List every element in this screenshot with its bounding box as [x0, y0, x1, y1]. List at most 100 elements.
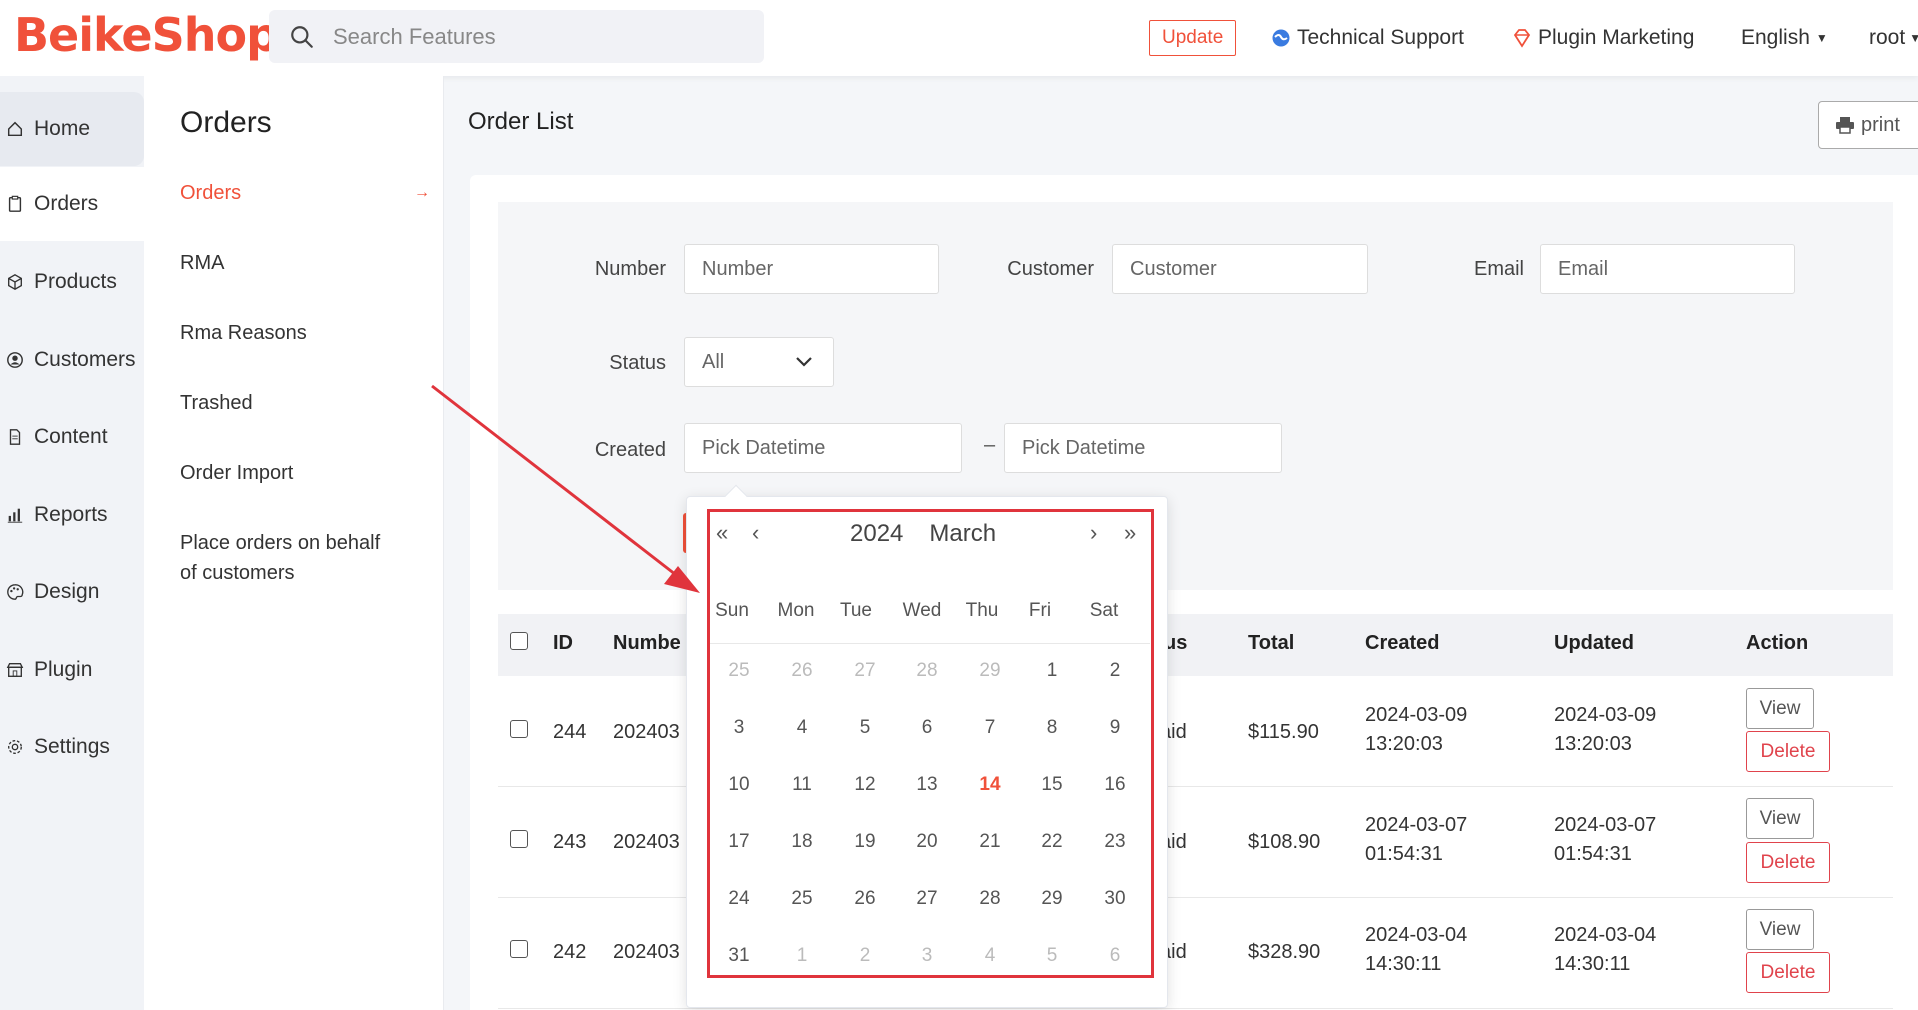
- col-total: Total: [1248, 632, 1295, 654]
- row-updated: 2024-03-04 14:30:11: [1554, 921, 1656, 979]
- technical-support-link[interactable]: Technical Support: [1271, 0, 1464, 76]
- store-icon: [4, 659, 26, 681]
- updated-time: 14:30:11: [1554, 953, 1631, 975]
- date-from-placeholder: Pick Datetime: [702, 436, 826, 459]
- sidebar-item-orders[interactable]: Orders: [0, 167, 144, 241]
- row-number: 202403: [613, 831, 680, 853]
- box-icon: [4, 271, 26, 293]
- arrow-right-icon: →: [414, 184, 430, 201]
- sidebar-item-label: Plugin: [34, 658, 93, 681]
- search-box[interactable]: Search Features: [269, 10, 764, 63]
- date-to-placeholder: Pick Datetime: [1022, 436, 1146, 459]
- language-dropdown[interactable]: English ▼: [1741, 0, 1828, 76]
- col-action: Action: [1746, 632, 1809, 654]
- caret-down-icon: ▼: [1909, 31, 1918, 45]
- updated-date: 2024-03-09: [1554, 704, 1657, 726]
- sidebar-item-reports[interactable]: Reports: [0, 478, 144, 552]
- sidebar-item-label: Orders: [34, 192, 99, 215]
- row-id: 243: [553, 831, 587, 853]
- home-icon: [4, 118, 26, 140]
- sidebar-item-label: Content: [34, 425, 108, 448]
- subnav-item-rma-reasons[interactable]: Rma Reasons: [180, 318, 307, 348]
- row-id: 242: [553, 941, 587, 963]
- page: BeikeShop Search Features Update Technic…: [0, 0, 1918, 1010]
- sidebar-item-label: Home: [34, 117, 91, 140]
- chevron-down-icon: [796, 357, 812, 367]
- delete-button[interactable]: Delete: [1746, 952, 1830, 993]
- subnav-item-orders[interactable]: Orders: [180, 178, 241, 208]
- date-to-input[interactable]: Pick Datetime: [1004, 423, 1282, 473]
- update-button-wrap: Update: [1149, 0, 1237, 76]
- sidebar-item-design[interactable]: Design: [0, 555, 144, 629]
- subnav-item-rma[interactable]: RMA: [180, 248, 224, 278]
- row-checkbox[interactable]: [510, 720, 528, 738]
- col-number: Numbe: [613, 632, 681, 654]
- row-total: $328.90: [1248, 941, 1321, 963]
- number-input[interactable]: Number: [684, 244, 939, 294]
- user-label: root: [1869, 26, 1906, 49]
- updated-time: 13:20:03: [1554, 733, 1632, 755]
- sidebar-item-label: Design: [34, 580, 100, 603]
- gear-icon: [4, 736, 26, 758]
- date-from-input[interactable]: Pick Datetime: [684, 423, 962, 473]
- row-number: 202403: [613, 721, 680, 743]
- created-time: 01:54:31: [1365, 843, 1443, 865]
- sidebar-item-plugin[interactable]: Plugin: [0, 633, 144, 707]
- print-button[interactable]: print: [1818, 101, 1918, 149]
- updated-date: 2024-03-07: [1554, 814, 1657, 836]
- updated-date: 2024-03-04: [1554, 924, 1657, 946]
- diamond-icon: [1513, 29, 1531, 48]
- status-select[interactable]: All: [684, 337, 834, 387]
- update-button[interactable]: Update: [1149, 20, 1237, 56]
- view-button[interactable]: View: [1746, 909, 1814, 950]
- subnav-title: Orders: [180, 106, 272, 139]
- sidebar-item-settings[interactable]: Settings: [0, 710, 144, 784]
- row-id: 244: [553, 721, 587, 743]
- printer-icon: [1836, 117, 1854, 134]
- row-created: 2024-03-07 01:54:31: [1365, 811, 1467, 869]
- user-dropdown[interactable]: root ▼: [1869, 0, 1918, 76]
- delete-button[interactable]: Delete: [1746, 731, 1830, 772]
- sidebar-item-home[interactable]: Home: [0, 92, 144, 166]
- subnav-item-place-orders-behalf[interactable]: Place orders on behalf of customers: [180, 528, 380, 588]
- row-checkbox[interactable]: [510, 940, 528, 958]
- status-label: Status: [609, 352, 666, 374]
- created-date: 2024-03-09: [1365, 704, 1468, 726]
- palette-icon: [4, 581, 26, 603]
- logo[interactable]: BeikeShop: [14, 8, 279, 62]
- customer-input[interactable]: Customer: [1112, 244, 1368, 294]
- sidebar-item-label: Reports: [34, 503, 108, 526]
- col-updated: Updated: [1554, 632, 1634, 654]
- plugin-marketing-label: Plugin Marketing: [1538, 26, 1695, 49]
- sidebar-item-products[interactable]: Products: [0, 245, 144, 319]
- row-updated: 2024-03-07 01:54:31: [1554, 811, 1656, 869]
- subnav-item-order-import[interactable]: Order Import: [180, 458, 293, 488]
- select-all-checkbox[interactable]: [510, 632, 528, 650]
- row-total: $108.90: [1248, 831, 1321, 853]
- email-label: Email: [1473, 258, 1524, 280]
- row-updated: 2024-03-09 13:20:03: [1554, 701, 1656, 759]
- row-number: 202403: [613, 941, 680, 963]
- sidebar-item-content[interactable]: Content: [0, 400, 144, 474]
- email-input[interactable]: Email: [1540, 244, 1795, 294]
- search-icon: [291, 25, 313, 48]
- sidebar-item-label: Products: [34, 270, 117, 293]
- plugin-marketing-link[interactable]: Plugin Marketing: [1512, 0, 1694, 76]
- created-time: 14:30:11: [1365, 953, 1442, 975]
- view-button[interactable]: View: [1746, 798, 1814, 839]
- main-sidebar: Home Orders Products Customers Content R…: [0, 76, 144, 1010]
- row-total: $115.90: [1248, 721, 1319, 743]
- search-input[interactable]: Search Features: [333, 24, 496, 50]
- subnav-item-trashed[interactable]: Trashed: [180, 388, 253, 418]
- view-button[interactable]: View: [1746, 688, 1814, 729]
- updated-time: 01:54:31: [1554, 843, 1632, 865]
- delete-button[interactable]: Delete: [1746, 842, 1830, 883]
- sidebar-item-customers[interactable]: Customers: [0, 323, 144, 397]
- row-divider: [498, 1008, 1893, 1009]
- globe-icon: [1272, 29, 1290, 47]
- status-select-value: All: [702, 350, 725, 373]
- row-checkbox[interactable]: [510, 830, 528, 848]
- created-date: 2024-03-07: [1365, 814, 1468, 836]
- customer-label: Customer: [1007, 258, 1094, 280]
- sidebar-item-label: Settings: [34, 735, 110, 758]
